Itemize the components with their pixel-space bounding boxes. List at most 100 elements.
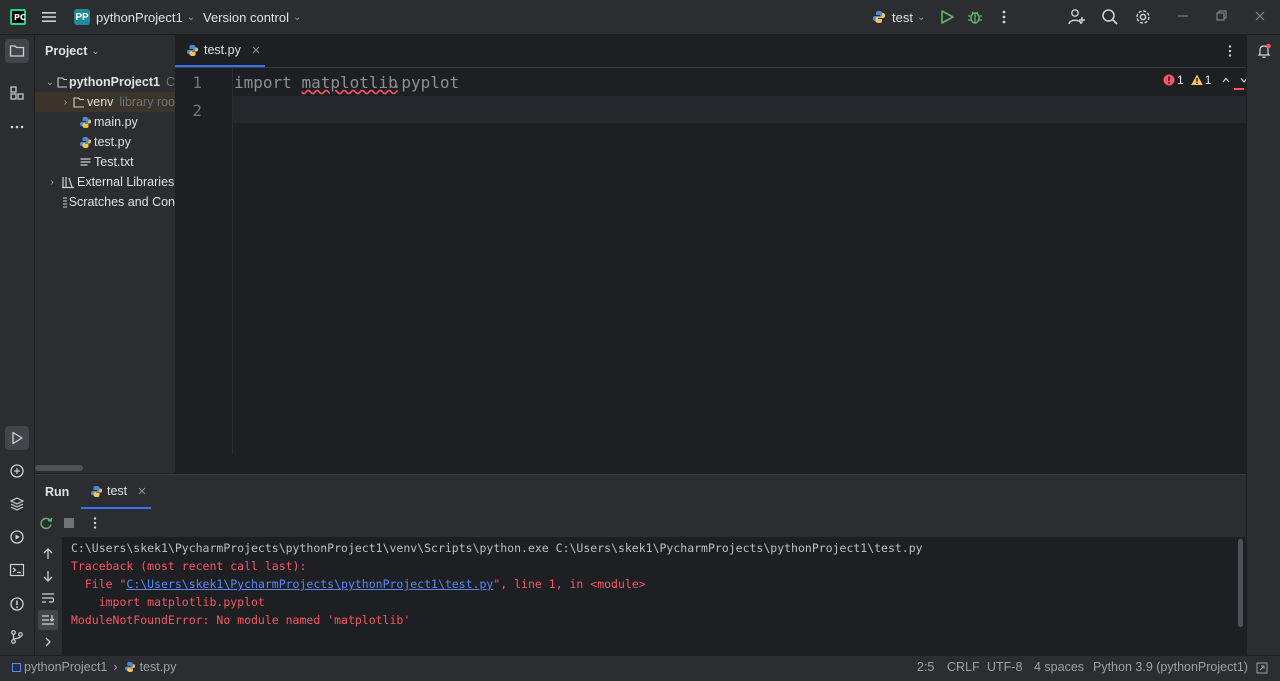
indent-setting[interactable]: 4 spaces (1034, 660, 1084, 674)
scroll-down-icon[interactable] (41, 569, 55, 583)
main-menu-icon[interactable] (41, 9, 57, 25)
project-tool-button[interactable] (5, 39, 29, 63)
folder-icon (57, 77, 67, 88)
terminal-tool-button[interactable] (5, 558, 29, 582)
line-number-gutter: 1 2 (175, 68, 233, 454)
restore-icon[interactable] (1214, 9, 1228, 23)
code-editor[interactable]: 1 2 import matplotlib.pyplot 1 1 (175, 68, 1249, 454)
console-scrollbar[interactable] (1238, 539, 1243, 627)
run-icon[interactable] (939, 9, 955, 25)
stop-icon[interactable] (63, 517, 75, 529)
tree-item-label: main.py (94, 115, 138, 129)
error-icon (1163, 74, 1175, 86)
scroll-to-end-icon (42, 615, 55, 625)
file-encoding[interactable]: UTF-8 (987, 660, 1022, 674)
line-separator[interactable]: CRLF (947, 660, 980, 674)
console-command-line: C:\Users\skek1\PycharmProjects\pythonPro… (71, 541, 923, 555)
run-config-label: test (892, 9, 913, 25)
more-actions-icon[interactable] (996, 9, 1012, 25)
rerun-icon[interactable] (39, 516, 53, 530)
tree-item-project-root[interactable]: ⌄ pythonProject1 C (35, 72, 175, 92)
search-icon[interactable] (1101, 8, 1119, 26)
run-toolbar (35, 510, 1246, 537)
breadcrumb-project[interactable]: pythonProject1 (24, 660, 107, 674)
tree-item-path-hint: C (165, 75, 175, 89)
notifications-icon[interactable] (1256, 43, 1272, 59)
more-actions-icon[interactable] (88, 516, 102, 530)
tree-item-external-libraries[interactable]: › External Libraries (35, 172, 175, 192)
project-switcher[interactable]: PP pythonProject1 ⌄ (74, 0, 195, 34)
tree-item-main-py[interactable]: main.py (35, 112, 175, 132)
close-window-icon[interactable] (1253, 9, 1267, 23)
pycharm-logo-icon[interactable]: PC (10, 9, 26, 25)
close-tab-icon[interactable] (251, 45, 261, 55)
python-packages-tool-button[interactable] (5, 459, 29, 483)
line-number: 1 (192, 73, 202, 92)
gear-icon[interactable] (1134, 8, 1152, 26)
previous-problem-icon[interactable] (1221, 75, 1231, 85)
more-tools-button[interactable] (5, 115, 29, 139)
tree-item-test-py[interactable]: test.py (35, 132, 175, 152)
tree-item-venv[interactable]: › venv library roo (35, 92, 175, 112)
close-tab-icon[interactable] (137, 486, 147, 496)
breadcrumb-separator-icon: › (113, 660, 118, 674)
horizontal-scrollbar[interactable] (35, 465, 83, 471)
project-panel-header[interactable]: Project ⌄ (45, 44, 100, 58)
folder-icon (9, 45, 25, 57)
inspection-widget[interactable]: 1 1 (1163, 73, 1249, 87)
tree-item-scratches[interactable]: Scratches and Con (35, 192, 175, 212)
console-file-line: File "C:\Users\skek1\PycharmProjects\pyt… (71, 577, 646, 591)
caret-position[interactable]: 2:5 (917, 660, 934, 674)
console-output[interactable]: C:\Users\skek1\PycharmProjects\pythonPro… (62, 537, 1246, 655)
version-control-menu[interactable]: Version control ⌄ (203, 0, 301, 34)
breadcrumb: pythonProject1 › test.py (12, 660, 176, 674)
tree-item-label: Scratches and Con (68, 195, 175, 209)
expand-icon[interactable] (41, 635, 55, 649)
scratches-icon (63, 197, 67, 208)
right-tool-stripe (1246, 35, 1280, 655)
python-file-icon (80, 136, 91, 148)
git-tool-button[interactable] (5, 625, 29, 649)
python-interpreter[interactable]: Python 3.9 (pythonProject1) (1093, 660, 1248, 674)
structure-tool-button[interactable] (5, 81, 29, 105)
python-console-icon (10, 464, 24, 478)
error-stripe-marker[interactable] (1234, 88, 1244, 90)
scroll-up-icon[interactable] (41, 547, 55, 561)
console-code-line: import matplotlib.pyplot (71, 595, 265, 609)
chevron-right-icon: › (63, 96, 68, 108)
chevron-down-icon: ⌄ (916, 11, 926, 23)
scroll-to-end-button[interactable] (38, 610, 58, 630)
project-badge: PP (74, 9, 90, 25)
debug-icon[interactable] (967, 9, 983, 25)
console-error-line: ModuleNotFoundError: No module named 'ma… (71, 613, 411, 627)
project-panel: Project ⌄ ⌄ pythonProject1 C › venv libr… (35, 35, 175, 473)
breadcrumb-file[interactable]: test.py (140, 660, 177, 674)
python-icon (91, 485, 102, 497)
problems-tool-button[interactable] (5, 592, 29, 616)
run-side-toolbar (35, 537, 62, 655)
python-file-icon (187, 44, 198, 56)
tab-test-py[interactable]: test.py (175, 35, 265, 67)
editor-options-icon[interactable] (1223, 44, 1237, 58)
add-user-icon[interactable] (1068, 8, 1086, 26)
run-tab-test[interactable]: test (81, 475, 151, 509)
chevron-down-icon: ⌄ (186, 11, 196, 23)
title-bar: PC PP pythonProject1 ⌄ Version control ⌄… (0, 0, 1280, 35)
code-module-rest: .pyplot (391, 73, 460, 92)
tree-item-test-txt[interactable]: Test.txt (35, 152, 175, 172)
chevron-down-icon: ⌄ (91, 45, 100, 57)
chevron-expanded-icon: ⌄ (45, 76, 55, 88)
run-config-selector[interactable]: test ⌄ (872, 0, 925, 34)
run-tool-button[interactable] (5, 426, 29, 450)
console-file-link[interactable]: C:\Users\skek1\PycharmProjects\pythonPro… (126, 577, 493, 591)
git-branch-icon (11, 630, 23, 644)
services-tool-button[interactable] (5, 525, 29, 549)
layers-tool-button[interactable] (5, 492, 29, 516)
lock-icon[interactable] (1256, 662, 1268, 674)
library-icon (62, 177, 74, 189)
project-panel-title: Project (45, 44, 88, 58)
status-bar: pythonProject1 › test.py 2:5 CRLF UTF-8 … (0, 655, 1280, 681)
minimize-icon[interactable] (1176, 9, 1190, 23)
run-panel-title: Run (45, 485, 70, 499)
soft-wrap-icon[interactable] (41, 591, 55, 605)
